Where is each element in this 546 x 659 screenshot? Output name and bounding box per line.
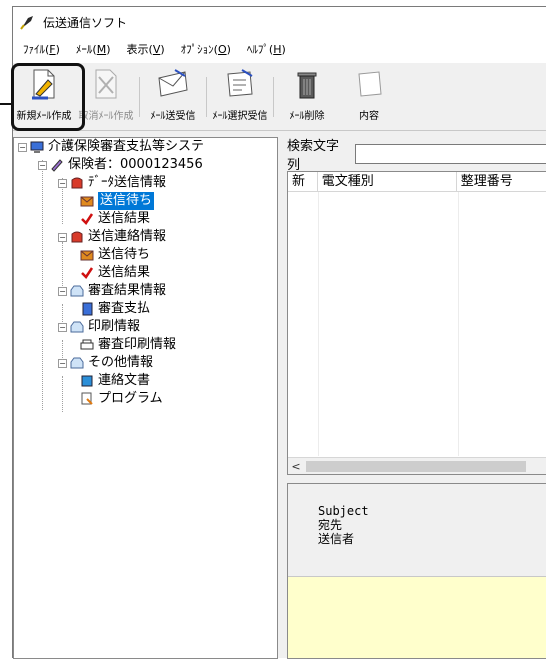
document-blue-icon (81, 375, 93, 387)
search-row: 検索文字列 (287, 139, 546, 173)
tree-data-send[interactable]: − ﾃﾞｰﾀ送信情報 (58, 174, 166, 192)
folder-tree[interactable]: − 介護保険審査支払等システ − 保険者：0000123456 − ﾃﾞｰﾀ送信… (13, 137, 278, 659)
scroll-thumb[interactable] (306, 460, 526, 472)
send-receive-button[interactable]: ﾒｰﾙ送受信 (142, 63, 204, 127)
toolbar-separator (273, 77, 274, 117)
tree-contact-wait[interactable]: 送信待ち (80, 246, 150, 264)
menu-bar: ﾌｧｲﾙ(F) ﾒｰﾙ(M) 表示(V) ｵﾌﾟｼｮﾝ(O) ﾍﾙﾌﾟ(H) (13, 37, 546, 63)
collapse-icon[interactable]: − (58, 358, 67, 368)
delete-mail-button[interactable]: ﾒｰﾙ削除 (276, 63, 338, 127)
tree-review-result[interactable]: − 審査結果情報 (58, 282, 166, 300)
toolbar-separator (139, 77, 140, 117)
book-icon (51, 159, 63, 172)
collapse-icon[interactable]: − (58, 286, 67, 296)
checkmark-icon (81, 267, 94, 279)
tree-contact-send[interactable]: − 送信連絡情報 (58, 228, 166, 246)
content-label: 内容 (359, 111, 379, 122)
mailbox-red-icon (71, 231, 83, 243)
tree-insurer[interactable]: − 保険者：0000123456 (38, 156, 203, 174)
toolbar-separator (206, 77, 207, 117)
message-header: Subject 宛先 送信者 (288, 484, 546, 576)
mailbox-red-icon (71, 177, 83, 189)
collapse-icon[interactable]: − (58, 232, 67, 242)
tree-data-send-wait[interactable]: 送信待ち (80, 192, 155, 210)
content-icon (349, 67, 389, 101)
highlight-ring (11, 63, 85, 131)
search-input[interactable] (355, 144, 546, 164)
checkmark-icon (81, 213, 94, 225)
tree-data-send-result[interactable]: 送信結果 (80, 210, 150, 228)
tree-program[interactable]: プログラム (80, 390, 163, 408)
tree-other-info[interactable]: − その他情報 (58, 354, 153, 372)
collapse-icon[interactable]: − (58, 322, 67, 332)
right-pane: 検索文字列 新 電文種別 整理番号 < Subject 宛先 送信者 (283, 137, 546, 659)
title-bar: 伝送通信ソフト (13, 7, 546, 37)
tree-contact-doc[interactable]: 連絡文書 (80, 372, 150, 390)
tree-root[interactable]: − 介護保険審査支払等システ (18, 138, 204, 156)
app-icon (20, 16, 33, 30)
inbox-icon (70, 321, 84, 333)
send-receive-label: ﾒｰﾙ送受信 (150, 111, 196, 122)
message-body (288, 576, 546, 658)
column-message-type[interactable]: 電文種別 (318, 172, 457, 191)
tree-review-payment[interactable]: 審査支払 (80, 300, 150, 318)
menu-file[interactable]: ﾌｧｲﾙ(F) (15, 39, 68, 61)
cancel-mail-icon (86, 67, 126, 101)
envelope-orange-icon (80, 250, 94, 261)
delete-mail-label: ﾒｰﾙ削除 (289, 111, 325, 122)
select-receive-label: ﾒｰﾙ選択受信 (212, 111, 268, 122)
message-preview: Subject 宛先 送信者 (287, 483, 546, 659)
content-button[interactable]: 内容 (338, 63, 400, 127)
to-label: 宛先 (318, 518, 343, 532)
column-ref-number[interactable]: 整理番号 (457, 172, 546, 191)
tree-contact-result[interactable]: 送信結果 (80, 264, 150, 282)
computer-icon (30, 141, 44, 153)
callout-line (0, 103, 13, 105)
menu-mail[interactable]: ﾒｰﾙ(M) (68, 39, 119, 61)
menu-help[interactable]: ﾍﾙﾌﾟ(H) (239, 39, 294, 61)
column-new[interactable]: 新 (288, 172, 318, 191)
cancel-mail-label: 取消ﾒｰﾙ作成 (78, 111, 134, 122)
select-receive-icon (220, 67, 260, 101)
tree-print-info[interactable]: − 印刷情報 (58, 318, 140, 336)
printer-icon (80, 339, 94, 350)
inbox-icon (70, 285, 84, 297)
scroll-left-icon[interactable]: < (288, 460, 304, 473)
selected-item: 送信待ち (98, 192, 155, 210)
tree-review-print[interactable]: 審査印刷情報 (80, 336, 176, 354)
menu-view[interactable]: 表示(V) (119, 39, 173, 61)
collapse-icon[interactable]: − (38, 160, 47, 170)
collapse-icon[interactable]: − (18, 142, 27, 152)
search-label: 検索文字列 (287, 139, 340, 173)
collapse-icon[interactable]: − (58, 178, 67, 188)
subject-label: Subject (318, 504, 369, 518)
envelope-orange-icon (80, 196, 94, 207)
send-receive-icon (153, 67, 193, 101)
mail-list[interactable]: 新 電文種別 整理番号 < (287, 171, 546, 475)
toolbar: 新規ﾒｰﾙ作成 取消ﾒｰﾙ作成 ﾒｰﾙ送受信 ﾒｰﾙ選択受信 ﾒｰﾙ削除 内容 (11, 63, 546, 131)
select-receive-button[interactable]: ﾒｰﾙ選択受信 (209, 63, 271, 127)
sender-label: 送信者 (318, 532, 355, 546)
trash-icon (287, 67, 327, 101)
main-window: 伝送通信ソフト ﾌｧｲﾙ(F) ﾒｰﾙ(M) 表示(V) ｵﾌﾟｼｮﾝ(O) ﾍ… (0, 6, 546, 659)
document-blue-icon (82, 302, 93, 316)
inbox-icon (70, 357, 84, 369)
window-title: 伝送通信ソフト (43, 15, 128, 30)
program-icon (81, 392, 93, 405)
menu-options[interactable]: ｵﾌﾟｼｮﾝ(O) (173, 39, 239, 61)
horizontal-scrollbar[interactable]: < (288, 457, 546, 474)
list-header: 新 電文種別 整理番号 (288, 172, 546, 192)
